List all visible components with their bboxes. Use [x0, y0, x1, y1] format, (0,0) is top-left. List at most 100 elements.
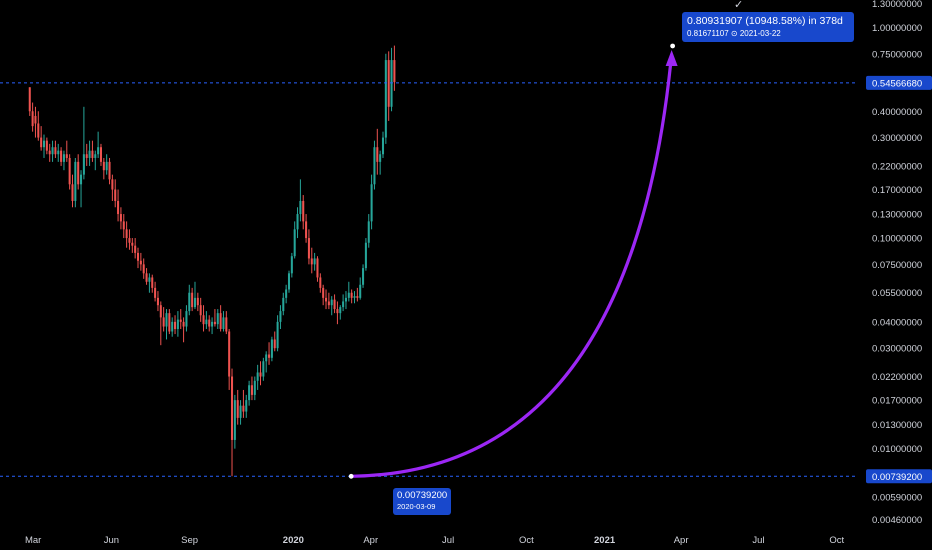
- candle-body: [342, 301, 345, 308]
- measure-change-text: 0.80931907 (10948.58%) in 378d: [687, 15, 843, 27]
- candle-body: [285, 289, 288, 298]
- candle-body: [28, 87, 31, 112]
- candle-body: [373, 147, 376, 185]
- candle-body: [185, 311, 188, 327]
- candle-body: [48, 150, 51, 155]
- candle-body: [179, 319, 182, 322]
- candle-body: [296, 214, 299, 230]
- candle-body: [156, 297, 159, 306]
- candle-body: [228, 331, 231, 377]
- candle-body: [97, 147, 100, 155]
- price-chart[interactable]: 1.30000000 1.00000000 0.75000000 0.40000000…: [0, 0, 932, 550]
- candle-body: [82, 154, 85, 175]
- candle-body: [65, 154, 68, 158]
- candle-body: [80, 174, 83, 185]
- candle-body: [219, 313, 222, 329]
- candle-body: [40, 137, 43, 148]
- candle-body: [344, 297, 347, 302]
- candle-body: [273, 339, 276, 349]
- candle-body: [88, 150, 91, 158]
- candle-body: [99, 147, 103, 162]
- candle-body: [145, 273, 148, 282]
- measure-label: 0.80931907 (10948.58%) in 378d 0.8167110…: [682, 12, 854, 42]
- price-tick-label: 0.00590000: [872, 492, 922, 503]
- candle-body: [60, 150, 63, 162]
- candle-body: [182, 321, 185, 327]
- candle-body: [68, 157, 71, 185]
- time-tick-label: Apr: [363, 535, 378, 546]
- candle-body: [250, 385, 253, 395]
- price-tick-label: 1.30000000: [872, 0, 922, 10]
- candle-body: [367, 221, 370, 243]
- candle-body: [37, 123, 40, 138]
- candle-body: [393, 60, 396, 83]
- candle-body: [259, 372, 262, 377]
- candle-body: [119, 214, 122, 222]
- candle-body: [193, 297, 197, 308]
- candle-body: [114, 189, 117, 201]
- measure-arrow[interactable]: [348, 43, 678, 479]
- candle-body: [350, 292, 353, 298]
- candle-body: [154, 287, 157, 298]
- candlestick-series: [28, 45, 396, 477]
- candle-body: [105, 161, 108, 171]
- candle-body: [239, 405, 242, 418]
- arrow-start-point[interactable]: [348, 473, 354, 479]
- candle-body: [136, 252, 140, 261]
- candle-body: [282, 297, 285, 312]
- candle-body: [265, 354, 268, 362]
- candle-body: [165, 313, 168, 327]
- candle-body: [222, 317, 225, 329]
- low-point-price: 0.00739200: [397, 490, 448, 501]
- candle-body: [336, 309, 339, 314]
- candle-body: [302, 200, 305, 222]
- time-tick-label: Jul: [442, 535, 454, 546]
- candle-body: [287, 273, 291, 290]
- candle-body: [128, 238, 131, 243]
- time-tick-label: Jul: [752, 535, 764, 546]
- arrow-end-point[interactable]: [670, 43, 676, 49]
- candle-body: [279, 311, 282, 322]
- candle-body: [34, 115, 37, 124]
- candle-body: [339, 307, 342, 314]
- candle-body: [216, 313, 219, 325]
- candle-body: [370, 184, 373, 222]
- price-tag-label: 0.54566680: [872, 78, 922, 89]
- time-axis[interactable]: Mar Jun Sep 2020 Apr Jul Oct 2021 Apr Jul Oct: [25, 535, 845, 546]
- check-icon: ✓: [734, 0, 744, 11]
- candle-body: [213, 321, 216, 325]
- candle-body: [230, 376, 234, 440]
- candle-body: [85, 154, 88, 158]
- candle-body: [74, 161, 77, 201]
- candle-body: [162, 317, 165, 327]
- candle-body: [122, 221, 125, 230]
- candle-body: [248, 385, 251, 401]
- price-tick-label: 0.01000000: [872, 444, 922, 455]
- time-tick-label: 2021: [594, 535, 616, 546]
- candle-body: [42, 140, 46, 148]
- time-tick-label: Oct: [829, 535, 844, 546]
- candle-body: [31, 111, 34, 127]
- candle-body: [91, 150, 94, 158]
- candle-body: [379, 154, 382, 162]
- price-tick-label: 0.13000000: [872, 210, 922, 221]
- candle-body: [362, 268, 365, 285]
- candle-body: [148, 277, 151, 282]
- candle-body: [330, 299, 333, 306]
- candle-body: [196, 297, 199, 306]
- price-tick-label: 0.40000000: [872, 107, 922, 118]
- time-tick-label: Jun: [104, 535, 119, 546]
- candle-body: [390, 60, 393, 107]
- price-tag-label: 0.00739200: [872, 472, 922, 483]
- candle-body: [310, 258, 313, 265]
- candle-body: [202, 315, 205, 325]
- candle-body: [353, 296, 356, 298]
- candle-body: [313, 258, 316, 265]
- candle-body: [233, 400, 236, 440]
- candle-body: [333, 299, 336, 310]
- candle-body: [151, 277, 154, 288]
- candle-body: [256, 372, 259, 381]
- candle-body: [307, 238, 310, 259]
- horizontal-guide-lines: [0, 82, 858, 477]
- candle-body: [268, 354, 271, 358]
